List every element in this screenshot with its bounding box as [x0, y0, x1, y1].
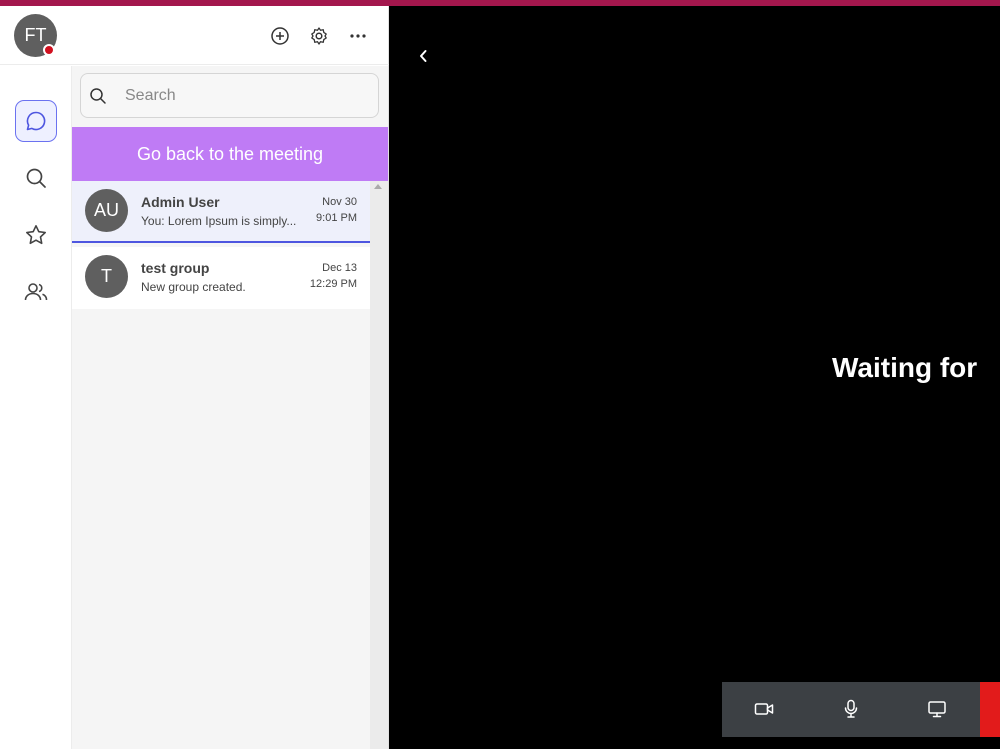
microphone-icon: [844, 699, 858, 718]
chat-list-scrollbar[interactable]: [370, 181, 388, 749]
back-button[interactable]: [413, 46, 433, 66]
avatar: T: [85, 255, 128, 298]
panel-header: FT: [0, 6, 389, 65]
chat-list-item[interactable]: T test group New group created. Dec 13 1…: [72, 247, 370, 309]
screen-share-icon: [928, 701, 946, 718]
waiting-status-text: Waiting for: [832, 352, 978, 383]
nav-rail: [0, 66, 72, 749]
search-icon: [26, 168, 46, 188]
video-camera-icon: [754, 703, 774, 715]
chat-date: Dec 13: [322, 262, 357, 274]
more-icon: [350, 34, 366, 38]
chat-preview: New group created.: [141, 280, 246, 294]
search-input[interactable]: [125, 86, 365, 105]
user-initials: FT: [24, 25, 47, 45]
new-chat-button[interactable]: [268, 24, 292, 48]
search-icon: [83, 87, 113, 105]
avatar: AU: [85, 189, 128, 232]
nav-favorites[interactable]: [15, 214, 57, 256]
gear-icon: [311, 27, 327, 45]
scroll-up-arrow-icon[interactable]: [374, 184, 382, 189]
go-back-to-meeting-button[interactable]: Go back to the meeting: [72, 127, 388, 181]
contacts-icon: [24, 283, 48, 301]
search-box[interactable]: [80, 73, 379, 118]
more-options-button[interactable]: [346, 24, 370, 48]
toggle-microphone-button[interactable]: [838, 696, 864, 722]
chat-name: test group: [141, 260, 210, 276]
chat-list-area: Go back to the meeting AU Admin User You…: [72, 66, 388, 749]
end-call-button[interactable]: [980, 682, 1000, 737]
meeting-video-area: Waiting for: [389, 6, 1000, 749]
settings-button[interactable]: [307, 24, 331, 48]
nav-contacts[interactable]: [15, 271, 57, 313]
share-screen-button[interactable]: [924, 696, 950, 722]
chat-time: 12:29 PM: [309, 278, 357, 290]
presence-status-dot: [43, 44, 55, 56]
chat-date: Nov 30: [322, 196, 357, 208]
chevron-left-icon: [420, 50, 427, 62]
chat-preview: You: Lorem Ipsum is simply...: [141, 214, 297, 228]
nav-search[interactable]: [15, 157, 57, 199]
toggle-video-button[interactable]: [752, 696, 778, 722]
chat-panel: FT Go back to the: [0, 6, 389, 749]
chat-name: Admin User: [141, 194, 220, 210]
add-icon: [271, 27, 289, 45]
nav-chats[interactable]: [15, 100, 57, 142]
call-controls-bar: [722, 682, 1000, 737]
chat-list-item[interactable]: AU Admin User You: Lorem Ipsum is simply…: [72, 181, 370, 243]
chat-time: 9:01 PM: [316, 212, 357, 224]
chat-icon: [26, 111, 46, 131]
star-icon: [26, 225, 46, 245]
